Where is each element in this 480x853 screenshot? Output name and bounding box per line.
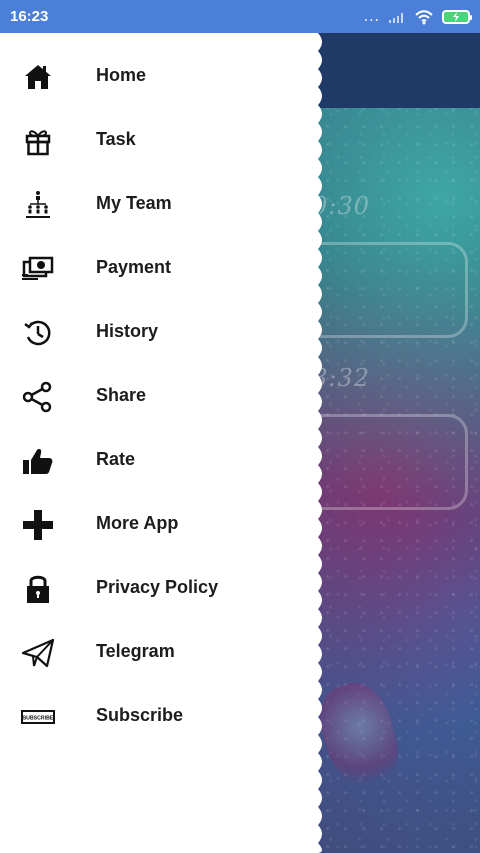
menu-item-history[interactable]: History	[0, 301, 318, 365]
status-time: 16:23	[10, 8, 49, 25]
drawer-scalloped-edge	[308, 33, 322, 853]
menu-label-telegram: Telegram	[96, 641, 175, 661]
gift-icon	[20, 123, 56, 159]
menu-label-my-team: My Team	[96, 193, 172, 213]
subscribe-badge-text: SUBSCRIBE	[23, 716, 54, 722]
menu-item-more-app[interactable]: More App	[0, 493, 318, 557]
menu-label-history: History	[96, 321, 159, 341]
menu-item-share[interactable]: Share	[0, 365, 318, 429]
menu-label-more-app: More App	[96, 513, 179, 533]
menu-label-task: Task	[96, 129, 136, 149]
menu-item-telegram[interactable]: Telegram	[0, 621, 318, 685]
menu-item-privacy-policy[interactable]: Privacy Policy	[0, 557, 318, 621]
plus-icon	[20, 507, 56, 543]
menu-label-payment: Payment	[96, 257, 172, 277]
share-icon	[20, 379, 56, 415]
menu-item-subscribe[interactable]: SUBSCRIBE Subscribe	[0, 685, 318, 749]
lock-icon	[20, 571, 56, 607]
telegram-icon	[20, 635, 56, 671]
menu-label-home: Home	[96, 65, 147, 85]
subscribe-icon: SUBSCRIBE	[20, 699, 56, 735]
menu-item-home[interactable]: Home	[0, 45, 318, 109]
notification-dots: ...	[363, 7, 380, 25]
payment-icon	[20, 251, 56, 287]
thumbs-up-icon	[20, 443, 56, 479]
menu-label-privacy-policy: Privacy Policy	[96, 577, 219, 597]
signal-icon	[389, 12, 403, 23]
menu-item-task[interactable]: Task	[0, 109, 318, 173]
menu-label-rate: Rate	[96, 449, 136, 469]
navigation-drawer: Home Task My Team Payment History Share …	[0, 33, 318, 853]
menu-item-my-team[interactable]: My Team	[0, 173, 318, 237]
team-icon	[20, 187, 56, 223]
menu-item-rate[interactable]: Rate	[0, 429, 318, 493]
wifi-icon	[415, 9, 433, 24]
battery-icon	[442, 9, 472, 24]
status-bar: 16:23 ...	[0, 0, 480, 33]
history-icon	[20, 315, 56, 351]
menu-item-payment[interactable]: Payment	[0, 237, 318, 301]
menu-label-subscribe: Subscribe	[96, 705, 184, 725]
home-icon	[20, 59, 56, 95]
status-icons: ...	[363, 7, 472, 25]
menu-label-share: Share	[96, 385, 147, 405]
